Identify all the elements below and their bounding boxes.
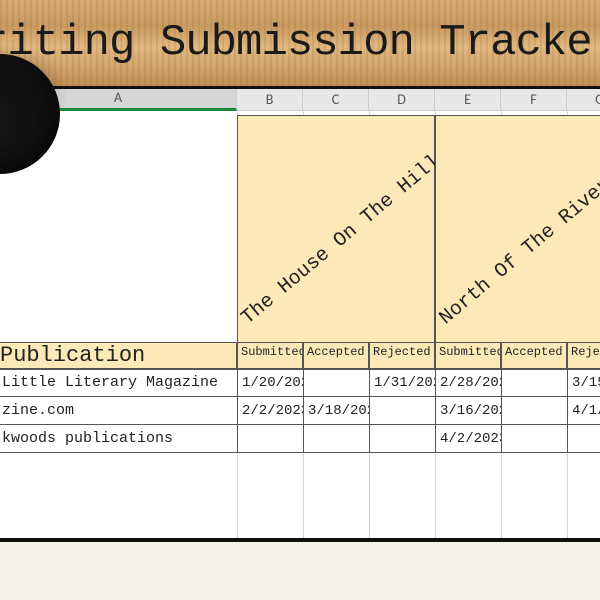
- column-header-G[interactable]: G: [567, 89, 600, 111]
- data-cell[interactable]: [303, 425, 369, 452]
- column-header-C[interactable]: C: [303, 89, 369, 111]
- publication-header[interactable]: Publication: [0, 342, 237, 369]
- data-cell[interactable]: [501, 369, 567, 396]
- data-cell[interactable]: 2/2/2023: [237, 397, 303, 424]
- subheader-accepted[interactable]: Accepted: [501, 342, 567, 369]
- title-banner: riting Submission Tracke: [0, 0, 600, 86]
- data-cell[interactable]: 2/28/2023: [435, 369, 501, 396]
- data-cell[interactable]: [369, 397, 435, 424]
- story-header-block[interactable]: The House On The Hill: [237, 115, 435, 343]
- story-title: The House On The Hill: [237, 150, 445, 330]
- grid[interactable]: The House On The HillNorth Of The River …: [0, 111, 600, 600]
- subheader-rejected[interactable]: Rejected: [369, 342, 435, 369]
- publication-cell[interactable]: Little Literary Magazine: [0, 369, 237, 396]
- publication-header-label: Publication: [0, 343, 145, 368]
- data-cell[interactable]: [303, 369, 369, 396]
- data-cell[interactable]: 4/2/2023: [435, 425, 501, 452]
- column-header-row: ABCDEFG: [0, 89, 600, 111]
- subheader-accepted[interactable]: Accepted: [303, 342, 369, 369]
- table-row[interactable]: zine.com2/2/20233/18/2023 3/16/2023 4/1/: [0, 397, 600, 425]
- data-cell[interactable]: 4/1/: [567, 397, 600, 424]
- page-title: riting Submission Tracke: [0, 18, 592, 68]
- publication-cell[interactable]: kwoods publications: [0, 425, 237, 452]
- data-cell[interactable]: [567, 425, 600, 452]
- data-cell[interactable]: 1/31/2023: [369, 369, 435, 396]
- data-cell[interactable]: 3/18/2023: [303, 397, 369, 424]
- subheader-submitted[interactable]: Submitted: [435, 342, 501, 369]
- spreadsheet[interactable]: ABCDEFG The House On The HillNorth Of Th…: [0, 86, 600, 600]
- bottom-margin: [0, 542, 600, 600]
- data-cell[interactable]: [501, 425, 567, 452]
- data-cell[interactable]: 1/20/2023: [237, 369, 303, 396]
- data-cell[interactable]: 3/16/2023: [435, 397, 501, 424]
- publication-cell[interactable]: zine.com: [0, 397, 237, 424]
- table-row[interactable]: kwoods publications 4/2/2023: [0, 425, 600, 453]
- data-cell[interactable]: [237, 425, 303, 452]
- data-cell[interactable]: [369, 425, 435, 452]
- column-header-F[interactable]: F: [501, 89, 567, 111]
- subheader-submitted[interactable]: Submitted: [237, 342, 303, 369]
- data-cell[interactable]: [501, 397, 567, 424]
- table-row[interactable]: Little Literary Magazine1/20/2023 1/31/20…: [0, 369, 600, 397]
- data-cell[interactable]: 3/15/: [567, 369, 600, 396]
- column-header-B[interactable]: B: [237, 89, 303, 111]
- story-title: North Of The River: [435, 174, 600, 330]
- column-header-D[interactable]: D: [369, 89, 435, 111]
- story-header-block[interactable]: North Of The River: [435, 115, 600, 343]
- column-header-E[interactable]: E: [435, 89, 501, 111]
- subheader-rejected[interactable]: Rejected: [567, 342, 600, 369]
